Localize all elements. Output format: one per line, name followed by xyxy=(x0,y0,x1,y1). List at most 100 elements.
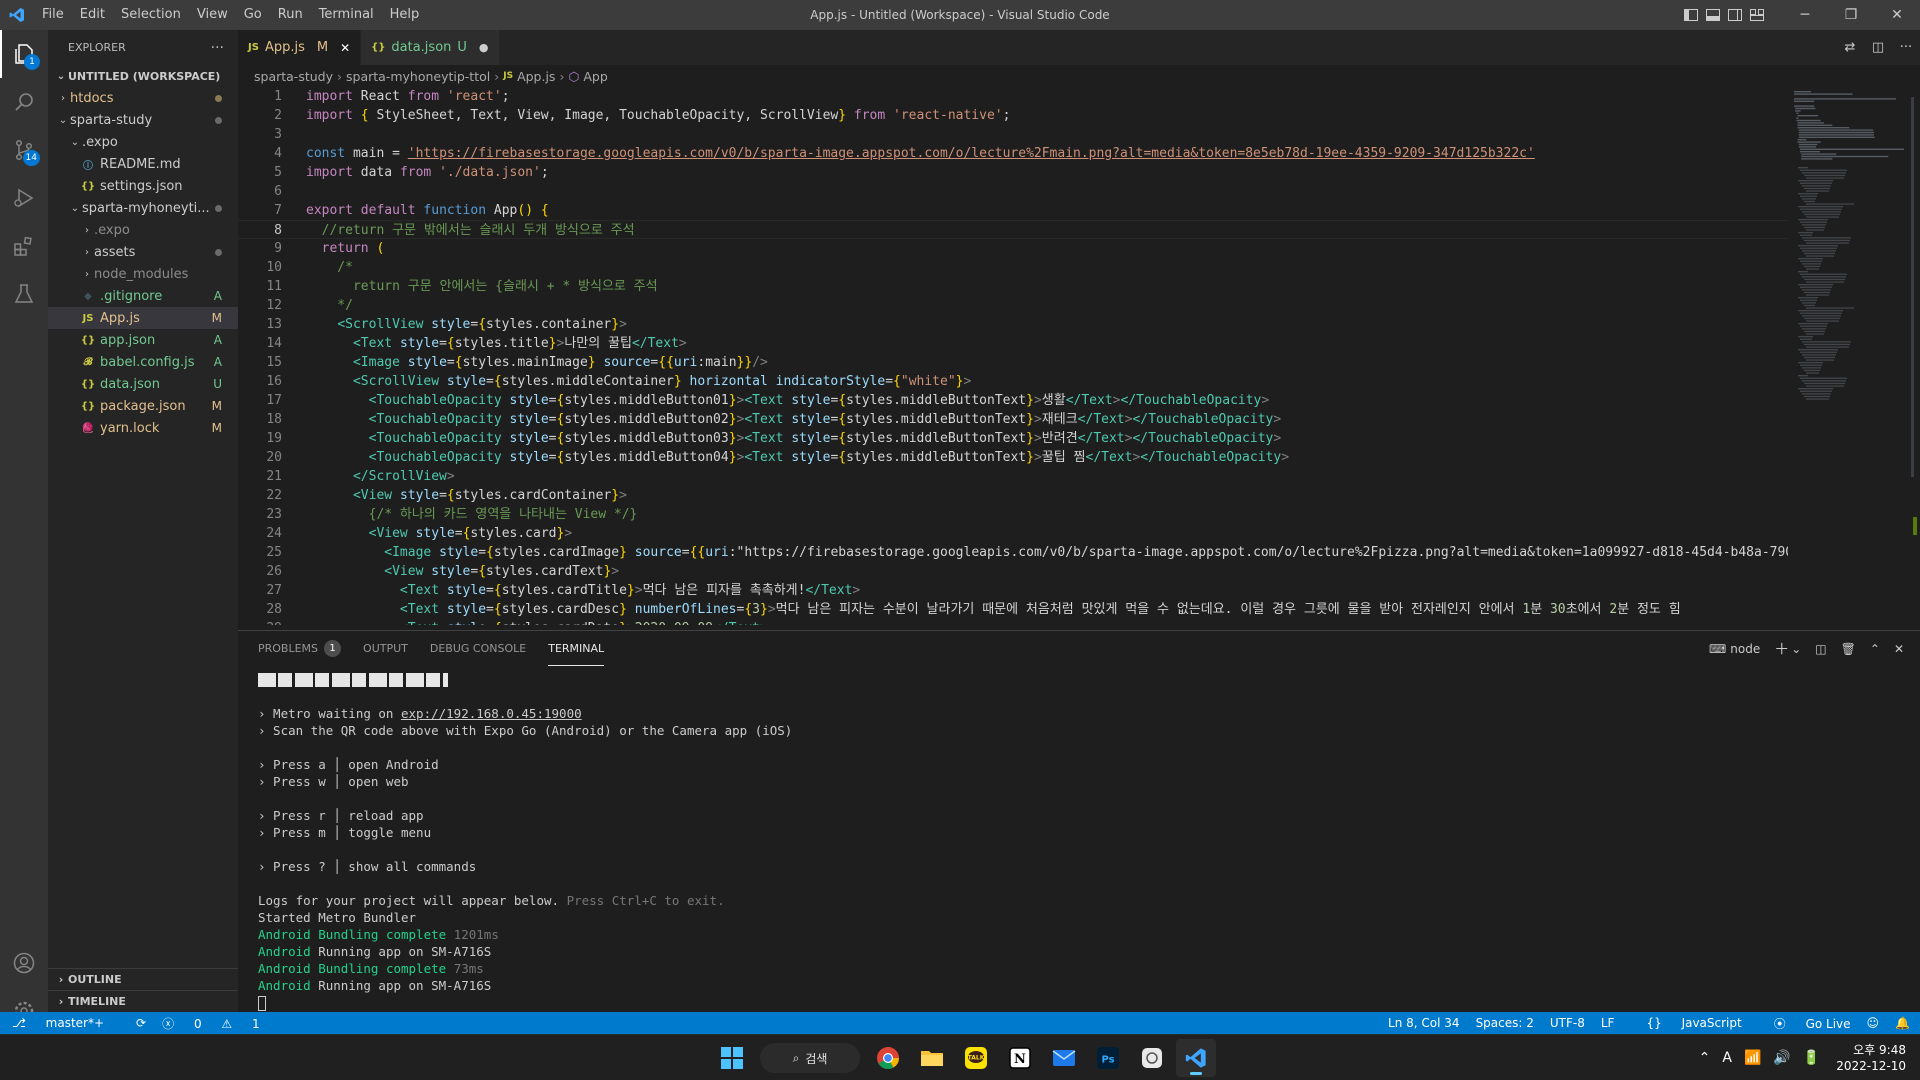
maximize-panel-icon[interactable]: ⌃ xyxy=(1870,642,1880,656)
tree-item[interactable]: › node_modules xyxy=(48,263,238,285)
mail-app[interactable] xyxy=(1044,1039,1084,1077)
code-line[interactable]: 14 <Text style={styles.title}>나만의 꿀팁</Te… xyxy=(238,334,1788,353)
split-editor-icon[interactable]: ◫ xyxy=(1864,40,1892,55)
menu-go[interactable]: Go xyxy=(236,0,270,30)
outline-section[interactable]: › OUTLINE xyxy=(48,968,238,990)
code-line[interactable]: 10 /* xyxy=(238,258,1788,277)
accounts-icon[interactable] xyxy=(0,939,48,987)
toggle-secondary-sidebar-icon[interactable] xyxy=(1724,0,1746,30)
extensions-icon[interactable] xyxy=(0,222,48,270)
cursor-position[interactable]: Ln 8, Col 34 xyxy=(1388,1016,1460,1030)
menu-help[interactable]: Help xyxy=(382,0,428,30)
minimap[interactable] xyxy=(1788,87,1908,625)
code-line[interactable]: 19 <TouchableOpacity style={styles.middl… xyxy=(238,429,1788,448)
code-line[interactable]: 5 import data from './data.json'; xyxy=(238,163,1788,182)
code-line[interactable]: 29 <Text style={styles.cardDate}>2020.09… xyxy=(238,619,1788,625)
tree-item[interactable]: JS App.js M xyxy=(48,307,238,329)
code-line[interactable]: 4 const main = 'https://firebasestorage.g… xyxy=(238,144,1788,163)
language-mode[interactable]: {} JavaScript xyxy=(1630,1016,1741,1030)
breadcrumb-file[interactable]: App.js xyxy=(517,69,555,84)
menu-file[interactable]: File xyxy=(34,0,72,30)
new-terminal-icon[interactable]: ＋ xyxy=(1774,638,1789,659)
code-line[interactable]: 24 <View style={styles.card}> xyxy=(238,524,1788,543)
restore-icon[interactable]: ❐ xyxy=(1828,0,1874,30)
code-line[interactable]: 8 //return 구문 밖에서는 슬래시 두개 방식으로 주석 xyxy=(238,220,1788,239)
code-line[interactable]: 12 */ xyxy=(238,296,1788,315)
tree-item[interactable]: 🧶 yarn.lock M xyxy=(48,417,238,439)
tree-item[interactable]: ◆ .gitignore A xyxy=(48,285,238,307)
tree-item[interactable]: ⌄ .expo xyxy=(48,131,238,153)
split-terminal-icon[interactable]: ◫ xyxy=(1815,642,1826,656)
tree-item[interactable]: {} package.json M xyxy=(48,395,238,417)
code-line[interactable]: 18 <TouchableOpacity style={styles.middl… xyxy=(238,410,1788,429)
wifi-icon[interactable]: 📶 xyxy=(1744,1050,1761,1066)
code-line[interactable]: 17 <TouchableOpacity style={styles.middl… xyxy=(238,391,1788,410)
notion-app[interactable]: N xyxy=(1000,1039,1040,1077)
code-line[interactable]: 27 <Text style={styles.cardTitle}>먹다 남은 … xyxy=(238,581,1788,600)
code-line[interactable]: 2 import { StyleSheet, Text, View, Image,… xyxy=(238,106,1788,125)
code-line[interactable]: 15 <Image style={styles.mainImage} sourc… xyxy=(238,353,1788,372)
code-line[interactable]: 13 <ScrollView style={styles.container}> xyxy=(238,315,1788,334)
indentation[interactable]: Spaces: 2 xyxy=(1476,1016,1534,1030)
code-line[interactable]: 25 <Image style={styles.cardImage} sourc… xyxy=(238,543,1788,562)
tab-app-js[interactable]: JS App.js M ✕ xyxy=(238,30,362,65)
git-branch-status[interactable]: ⎇ master*+ xyxy=(12,1016,120,1030)
tab-data-json[interactable]: {} data.json U ● xyxy=(361,30,500,65)
tree-item[interactable]: › htdocs xyxy=(48,87,238,109)
breadcrumb-symbol[interactable]: App xyxy=(583,69,607,84)
tree-item[interactable]: ⌄ sparta-study xyxy=(48,109,238,131)
app-icon[interactable] xyxy=(1132,1039,1172,1077)
menu-run[interactable]: Run xyxy=(270,0,311,30)
battery-icon[interactable]: 🔋 xyxy=(1803,1050,1820,1066)
code-line[interactable]: 28 <Text style={styles.cardDesc} numberO… xyxy=(238,600,1788,619)
toggle-primary-sidebar-icon[interactable] xyxy=(1680,0,1702,30)
tree-item[interactable]: › .expo xyxy=(48,219,238,241)
menu-terminal[interactable]: Terminal xyxy=(311,0,382,30)
close-panel-icon[interactable]: ✕ xyxy=(1894,642,1904,656)
timeline-section[interactable]: › TIMELINE xyxy=(48,990,238,1012)
tab-problems[interactable]: PROBLEMS 1 xyxy=(258,631,342,666)
menu-selection[interactable]: Selection xyxy=(113,0,189,30)
breadcrumb-folder[interactable]: sparta-study xyxy=(254,69,333,84)
open-changes-icon[interactable]: ⇄ xyxy=(1836,40,1864,55)
customize-layout-icon[interactable] xyxy=(1746,0,1768,30)
toggle-panel-icon[interactable] xyxy=(1702,0,1724,30)
notifications-bell-icon[interactable]: 🔔 xyxy=(1895,1016,1910,1030)
vscode-app[interactable] xyxy=(1176,1039,1216,1077)
terminal-output[interactable]: › Metro waiting on exp://192.168.0.45:19… xyxy=(258,671,1878,1011)
code-line[interactable]: 6 xyxy=(238,182,1788,201)
tree-item[interactable]: {} data.json U xyxy=(48,373,238,395)
editor-scrollbar[interactable] xyxy=(1908,87,1920,625)
kill-terminal-icon[interactable]: 🗑 xyxy=(1841,642,1856,656)
tab-unsaved-dot-icon[interactable]: ● xyxy=(479,41,489,54)
code-line[interactable]: 23 {/* 하나의 카드 영역을 나타내는 View */} xyxy=(238,505,1788,524)
feedback-icon[interactable]: ☺ xyxy=(1867,1016,1880,1030)
problems-status[interactable]: ⓧ 0 ⚠ 1 xyxy=(162,1015,276,1032)
encoding[interactable]: UTF-8 xyxy=(1550,1016,1585,1030)
code-line[interactable]: 16 <ScrollView style={styles.middleConta… xyxy=(238,372,1788,391)
end-of-line[interactable]: LF xyxy=(1601,1016,1615,1030)
go-live-button[interactable]: ⦿ Go Live xyxy=(1758,1015,1851,1032)
file-explorer-app[interactable] xyxy=(912,1039,952,1077)
breadcrumb-folder[interactable]: sparta-myhoneytip-ttol xyxy=(346,69,490,84)
chevron-down-icon[interactable]: ⌄ xyxy=(1791,642,1801,656)
menu-view[interactable]: View xyxy=(189,0,236,30)
run-debug-icon[interactable] xyxy=(0,174,48,222)
workspace-header[interactable]: ⌄ UNTITLED (WORKSPACE) xyxy=(48,65,238,87)
code-line[interactable]: 21 </ScrollView> xyxy=(238,467,1788,486)
tree-item[interactable]: › assets xyxy=(48,241,238,263)
photoshop-app[interactable]: Ps xyxy=(1088,1039,1128,1077)
tree-item[interactable]: 𝓑babel.config.js A xyxy=(48,351,238,373)
tree-item[interactable]: {} settings.json xyxy=(48,175,238,197)
code-editor[interactable]: 1 import React from 'react'; 2 import { Sty… xyxy=(238,87,1788,625)
source-control-icon[interactable]: 14 xyxy=(0,126,48,174)
kakaotalk-app[interactable]: TALK xyxy=(956,1039,996,1077)
code-line[interactable]: 3 xyxy=(238,125,1788,144)
code-line[interactable]: 26 <View style={styles.cardText}> xyxy=(238,562,1788,581)
code-line[interactable]: 7 export default function App() { xyxy=(238,201,1788,220)
start-button[interactable] xyxy=(712,1039,752,1077)
menu-edit[interactable]: Edit xyxy=(72,0,113,30)
terminal-shell-label[interactable]: node xyxy=(1730,642,1760,656)
taskbar-search[interactable]: ⌕ 검색 xyxy=(760,1043,860,1073)
ime-indicator[interactable]: A xyxy=(1722,1050,1732,1066)
